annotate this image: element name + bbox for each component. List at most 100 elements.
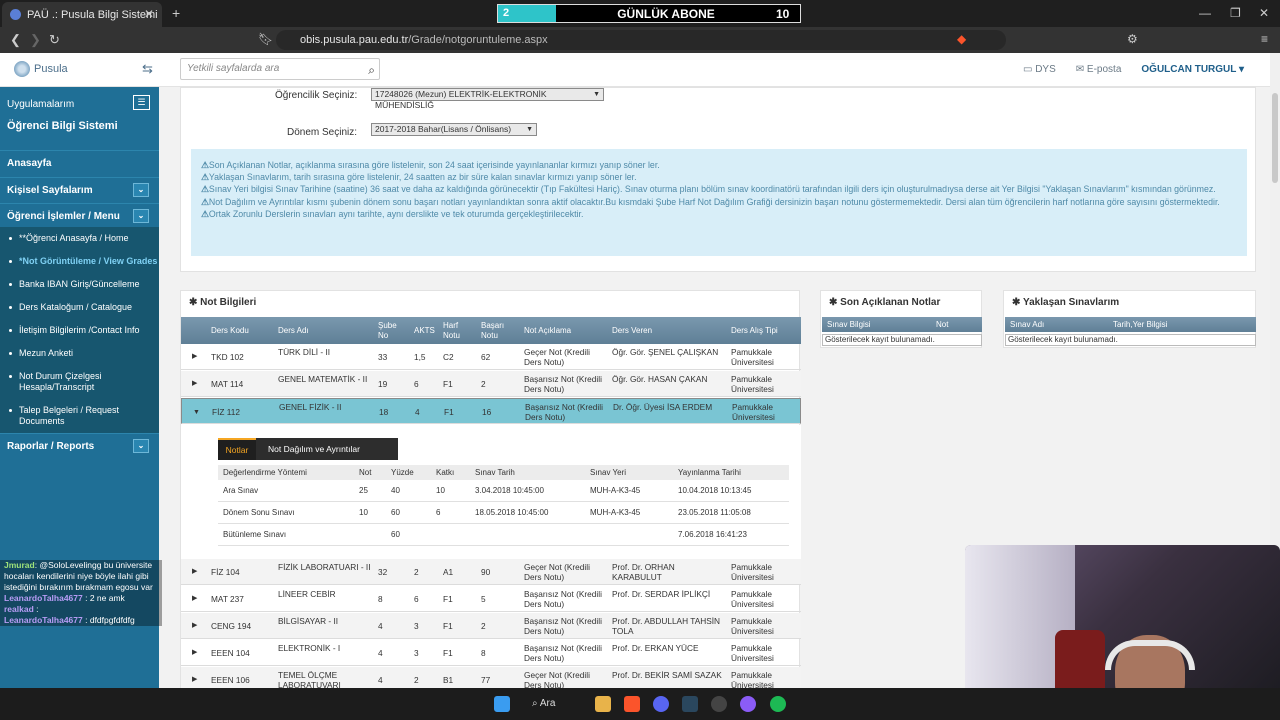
app-icon[interactable]: [711, 696, 727, 712]
detail-cell: 60: [391, 508, 400, 517]
warning-icon: ⚠: [201, 160, 209, 170]
forward-icon[interactable]: ❯: [30, 32, 41, 48]
brave-shield-icon[interactable]: ◆: [957, 32, 966, 46]
sidebar-toggle-icon[interactable]: ⇆: [142, 61, 153, 77]
detail-cell: 3.04.2018 10:45:00: [475, 486, 544, 495]
reload-icon[interactable]: ↻: [49, 32, 60, 48]
cell-name: ELEKTRONİK - I: [278, 643, 341, 653]
spotify-icon[interactable]: [770, 696, 786, 712]
taskbar-search[interactable]: ⌕ Ara: [532, 695, 582, 713]
close-window-icon[interactable]: ✕: [1259, 6, 1269, 20]
collapse-icon[interactable]: ▼: [193, 407, 200, 418]
chevron-down-icon[interactable]: ⌄: [133, 209, 149, 223]
cell-aciklama: Başarısız Not (Kredili Ders Notu): [524, 374, 602, 394]
sidebar-subitem[interactable]: Mezun Anketi: [0, 342, 159, 365]
table-row[interactable]: ▶ CENG 194 BİLGİSAYAR - II 4 3 F1 2 Başarısız N…: [181, 613, 801, 639]
bookmark-icon[interactable]: 🔖︎: [258, 32, 273, 46]
cell-code: EEEN 106: [211, 675, 250, 685]
start-icon[interactable]: [494, 696, 510, 712]
notice-line: Sınav Yeri bilgisi Sınav Tarihine (saati…: [208, 184, 1216, 195]
obs-icon[interactable]: [740, 696, 756, 712]
close-tab-icon[interactable]: ✕: [144, 7, 154, 21]
discord-icon[interactable]: [653, 696, 669, 712]
sidebar-subitem[interactable]: Banka IBAN Giriş/Güncelleme: [0, 273, 159, 296]
sidebar-subitem[interactable]: Not Durum Çizelgesi Hesapla/Transcript: [0, 365, 159, 399]
back-icon[interactable]: ❮: [10, 32, 21, 48]
tab-notes[interactable]: Notlar: [218, 438, 256, 460]
table-row[interactable]: ▶ FİZ 104 FİZİK LABORATUARI - II 32 2 A1 90 Geç…: [181, 559, 801, 585]
steam-icon[interactable]: [682, 696, 698, 712]
table-row[interactable]: ▶ TKD 102 TÜRK DİLİ - II 33 1,5 C2 62 Geçer Not…: [181, 344, 801, 370]
table-row[interactable]: ▶ EEEN 104 ELEKTRONİK - I 4 3 F1 8 Başarısız No…: [181, 640, 801, 666]
cell-basari: 2: [481, 621, 486, 631]
cell-veren: Öğr. Gör. HASAN ÇAKAN: [612, 374, 708, 384]
cell-tip: Pamukkale Üniversitesi: [731, 616, 774, 636]
term-select[interactable]: 2017-2018 Bahar(Lisans / Önlisans) ▼: [371, 123, 537, 136]
new-tab-icon[interactable]: +: [172, 5, 180, 21]
chevron-down-icon[interactable]: ⌄: [133, 183, 149, 197]
search-icon[interactable]: ⌕: [368, 60, 375, 80]
sidebar-subitem-active[interactable]: *Not Görüntüleme / View Grades: [0, 250, 159, 273]
menu-icon[interactable]: ≡: [1261, 32, 1268, 46]
warning-icon: ⚠: [201, 184, 209, 195]
sidebar-subitem[interactable]: **Öğrenci Anasayfa / Home: [0, 227, 159, 250]
cell-name: FİZİK LABORATUARI - II: [278, 562, 371, 572]
notice-line: Ortak Zorunlu Derslerin sınavları aynı t…: [208, 208, 584, 219]
detail-cell: MUH-A-K3-45: [590, 486, 641, 495]
cell-name: GENEL FİZİK - II: [279, 402, 342, 412]
detail-table: Değerlendirme Yöntemi Not Yüzde Katkı Sı…: [218, 465, 789, 546]
sidebar-subitem[interactable]: Ders Kataloğum / Catalogue: [0, 296, 159, 319]
site-favicon-icon: [10, 9, 21, 20]
sidebar-item-home[interactable]: Anasayfa: [0, 150, 159, 176]
cell-aciklama: Geçer Not (Kredili Ders Notu): [524, 670, 590, 690]
expand-icon[interactable]: ▶: [192, 675, 197, 683]
cell-aciklama: Başarısız Not (Kredili Ders Notu): [524, 616, 602, 636]
expand-icon[interactable]: ▶: [192, 594, 197, 602]
grades-header: Ders Kodu Ders Adı Şube No AKTS Harf Not…: [181, 317, 801, 344]
sidebar-item-student-ops[interactable]: Öğrenci İşlemler / Menu ⌄: [0, 203, 159, 229]
expand-icon[interactable]: ▶: [192, 621, 197, 629]
file-explorer-icon[interactable]: [595, 696, 611, 712]
apps-label: Uygulamalarım: [7, 99, 75, 110]
brave-icon[interactable]: [624, 696, 640, 712]
cell-harf: F1: [443, 379, 453, 389]
expand-icon[interactable]: ▶: [192, 352, 197, 360]
detail-cell: MUH-A-K3-45: [590, 508, 641, 517]
brand[interactable]: Pusula: [14, 61, 68, 77]
student-select[interactable]: 17248026 (Mezun) ELEKTRİK-ELEKTRONİK MÜH…: [371, 88, 604, 110]
sidebar-subitem[interactable]: Talep Belgeleri / Request Documents: [0, 399, 159, 433]
dys-link[interactable]: ▭ DYS: [1023, 64, 1056, 75]
detail-cell: 18.05.2018 10:45:00: [475, 508, 549, 517]
expand-icon[interactable]: ▶: [192, 379, 197, 387]
apps-menu-icon[interactable]: ☰: [133, 95, 150, 110]
browser-tab[interactable]: PAÜ .: Pusula Bilgi Sistemi ✕: [2, 2, 162, 27]
sidebar-item-reports[interactable]: Raporlar / Reports ⌄: [0, 433, 159, 459]
eposta-link[interactable]: ✉ E-posta: [1076, 64, 1122, 75]
table-row[interactable]: ▶ MAT 114 GENEL MATEMATİK - II 19 6 F1 2 Başarı…: [181, 371, 801, 397]
tab-distribution[interactable]: Not Dağılım ve Ayrıntılar: [258, 438, 398, 460]
cell-tip: Pamukkale Üniversitesi: [732, 402, 775, 422]
table-row[interactable]: ▼ FİZ 112 GENEL FİZİK - II 18 4 F1 16 Başarısız…: [181, 398, 801, 424]
address-bar[interactable]: obis.pusula.pau.edu.tr/Grade/notgoruntul…: [276, 30, 1006, 50]
cell-code: MAT 114: [211, 379, 244, 389]
maximize-icon[interactable]: ❐: [1230, 6, 1241, 20]
sidebar-subitem[interactable]: İletişim Bilgilerim /Contact Info: [0, 319, 159, 342]
expand-icon[interactable]: ▶: [192, 567, 197, 575]
search-input[interactable]: Yetkili sayfalarda ara ⌕: [180, 58, 380, 80]
expand-icon[interactable]: ▶: [192, 648, 197, 656]
cell-veren: Prof. Dr. ABDULLAH TAHSİN TOLA: [612, 616, 721, 636]
cell-sube: 4: [378, 675, 383, 685]
chat-message: LeanardoTalha4677 : dfdfpgfdfdfg: [4, 615, 135, 625]
minimize-icon[interactable]: —: [1199, 6, 1211, 20]
sidebar-item-personal[interactable]: Kişisel Sayfalarım ⌄: [0, 177, 159, 203]
cell-akts: 1,5: [414, 352, 426, 362]
user-menu[interactable]: OĞULCAN TURGUL ▾: [1141, 64, 1244, 75]
chevron-down-icon[interactable]: ⌄: [133, 439, 149, 453]
cell-sube: 18: [379, 407, 389, 417]
table-row[interactable]: ▶ MAT 237 LİNEER CEBİR 8 6 F1 5 Başarısız Not (…: [181, 586, 801, 612]
extensions-icon[interactable]: ⚙: [1127, 32, 1138, 46]
detail-cell: Dönem Sonu Sınavı: [223, 508, 295, 517]
cell-sube: 32: [378, 567, 388, 577]
term-select-label: Dönem Seçiniz:: [287, 127, 358, 138]
detail-cell: Bütünleme Sınavı: [223, 530, 287, 539]
